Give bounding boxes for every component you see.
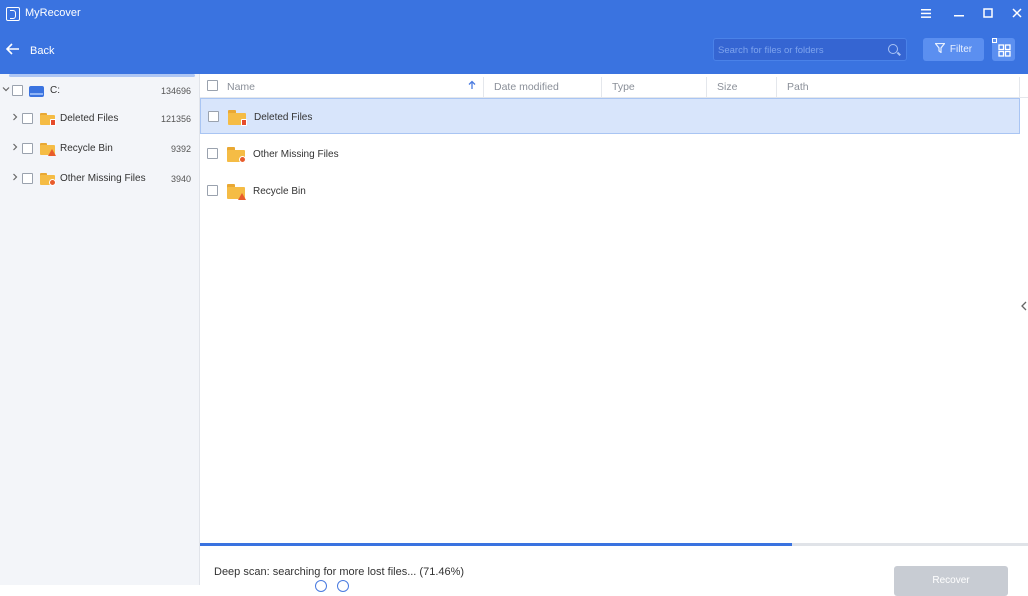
- row-name: Deleted Files: [254, 112, 313, 123]
- row-checkbox[interactable]: [207, 148, 218, 159]
- scan-progress-fill: [200, 543, 792, 546]
- column-type[interactable]: Type: [612, 74, 635, 98]
- recycle-bin-folder-icon: [227, 184, 246, 200]
- filter-label: Filter: [949, 44, 973, 55]
- row-name: Recycle Bin: [253, 186, 306, 197]
- chevron-left-icon[interactable]: [1021, 301, 1027, 314]
- chevron-down-icon[interactable]: [2, 85, 10, 95]
- recover-button[interactable]: Recover: [894, 566, 1008, 596]
- sort-ascending-icon[interactable]: [468, 80, 476, 93]
- column-divider[interactable]: [776, 77, 777, 97]
- tree-item-deleted-files[interactable]: Deleted Files 121356: [0, 108, 199, 130]
- tree-item-label: Other Missing Files: [60, 173, 146, 184]
- app-title: MyRecover: [25, 7, 81, 19]
- column-divider[interactable]: [601, 77, 602, 97]
- tree-item-other-missing-files[interactable]: Other Missing Files 3940: [0, 168, 199, 190]
- row-checkbox[interactable]: [208, 111, 219, 122]
- tree-item-count: 9392: [170, 144, 191, 154]
- grid-view-button[interactable]: [992, 38, 1015, 61]
- pause-icon[interactable]: [315, 580, 327, 592]
- tree-item-count: 121356: [160, 114, 191, 124]
- row-checkbox[interactable]: [207, 185, 218, 196]
- chevron-right-icon[interactable]: [11, 173, 19, 183]
- tree-item-label: C:: [50, 85, 60, 96]
- select-all-checkbox[interactable]: [207, 80, 218, 91]
- tree-checkbox[interactable]: [22, 143, 33, 154]
- column-name[interactable]: Name: [227, 74, 255, 98]
- tree-item-drive-c[interactable]: C: 134696: [0, 80, 199, 102]
- hamburger-icon[interactable]: [917, 5, 935, 23]
- chevron-right-icon[interactable]: [11, 143, 19, 153]
- tree-item-recycle-bin[interactable]: Recycle Bin 9392: [0, 138, 199, 160]
- search-box[interactable]: [713, 38, 907, 61]
- scan-progress-bar: [200, 543, 1028, 546]
- tree-checkbox[interactable]: [22, 173, 33, 184]
- stop-icon[interactable]: [337, 580, 349, 592]
- row-name: Other Missing Files: [253, 149, 339, 160]
- file-list-header: Name Date modified Type Size Path: [200, 74, 1028, 98]
- deleted-folder-icon: [40, 113, 56, 126]
- table-row[interactable]: Recycle Bin: [200, 173, 1020, 209]
- scan-status-text: Deep scan: searching for more lost files…: [214, 566, 465, 578]
- table-row[interactable]: Deleted Files: [200, 98, 1020, 134]
- chevron-right-icon[interactable]: [11, 113, 19, 123]
- search-input[interactable]: [718, 42, 878, 58]
- column-path[interactable]: Path: [787, 74, 809, 98]
- tree-checkbox[interactable]: [12, 85, 23, 96]
- tree-item-count: 134696: [160, 86, 191, 96]
- title-bar: MyRecover: [0, 0, 1028, 28]
- column-divider[interactable]: [706, 77, 707, 97]
- missing-folder-icon: [227, 147, 246, 163]
- folder-tree-panel: C: 134696 Deleted Files 121356 Recycle B…: [0, 74, 200, 585]
- arrow-left-icon: [5, 43, 20, 59]
- column-date-modified[interactable]: Date modified: [494, 74, 559, 98]
- recycle-bin-folder-icon: [40, 143, 56, 156]
- drive-icon: [29, 86, 44, 97]
- tree-item-label: Recycle Bin: [60, 143, 113, 154]
- tree-scroll-indicator: [9, 74, 195, 77]
- search-icon[interactable]: [888, 44, 898, 54]
- filter-icon: [934, 42, 946, 56]
- tree-item-label: Deleted Files: [60, 113, 119, 124]
- missing-folder-icon: [40, 173, 56, 186]
- deleted-folder-icon: [228, 110, 247, 126]
- tree-checkbox[interactable]: [22, 113, 33, 124]
- filter-button[interactable]: Filter: [923, 38, 984, 61]
- column-divider[interactable]: [1019, 77, 1020, 97]
- column-size[interactable]: Size: [717, 74, 737, 98]
- maximize-icon[interactable]: [979, 5, 997, 23]
- back-label: Back: [30, 45, 55, 57]
- tree-item-count: 3940: [170, 174, 191, 184]
- close-icon[interactable]: [1008, 5, 1026, 23]
- column-divider[interactable]: [483, 77, 484, 97]
- back-button[interactable]: Back: [5, 40, 55, 62]
- grid-view-icon: [992, 38, 1011, 57]
- app-logo-icon: [6, 7, 20, 21]
- table-row[interactable]: Other Missing Files: [200, 136, 1020, 172]
- minimize-icon[interactable]: [950, 5, 968, 23]
- toolbar: Back Filter: [0, 28, 1028, 74]
